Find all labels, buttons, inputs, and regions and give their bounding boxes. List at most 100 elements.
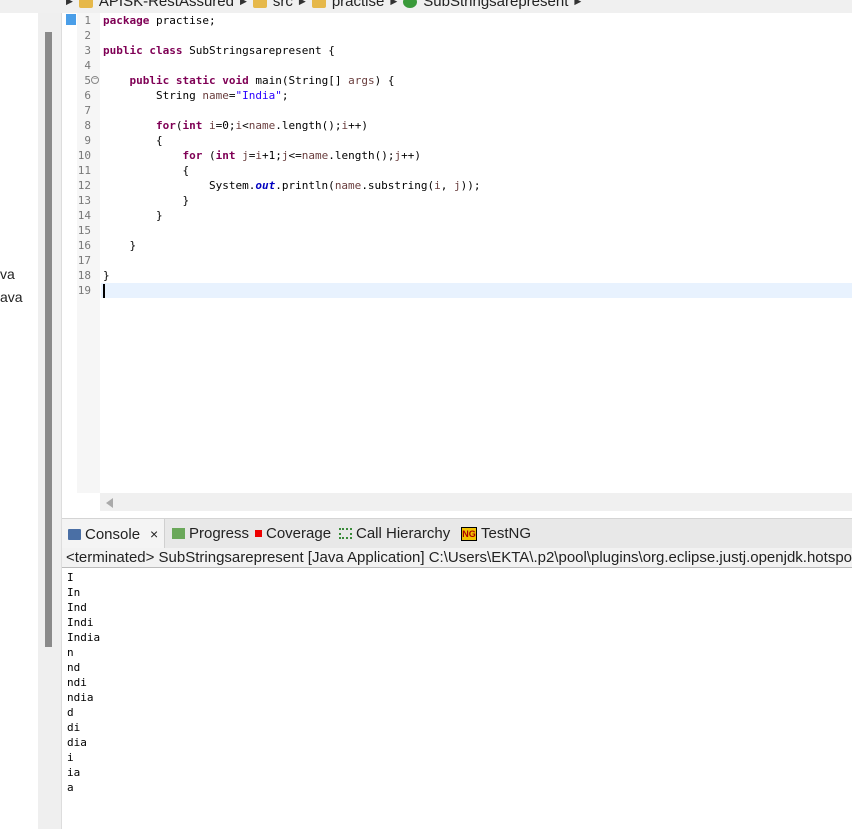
explorer-item[interactable]: ava bbox=[0, 289, 23, 305]
console-icon bbox=[68, 528, 81, 540]
chevron-right-icon: ▶ bbox=[239, 0, 247, 6]
tab-coverage[interactable]: Coverage bbox=[255, 525, 331, 542]
code-token: SubStringsarepresent { bbox=[182, 44, 335, 57]
line-number: 7 bbox=[84, 104, 91, 117]
code-token: static bbox=[175, 74, 216, 87]
chevron-right-icon: ▶ bbox=[298, 0, 306, 6]
code-editor[interactable]: 1 2 3 4 5 6 7 8 9 10 11 12 13 14 15 16 17 18 19 − package … bbox=[62, 13, 852, 493]
line-number: 6 bbox=[84, 89, 91, 102]
breadcrumb-class[interactable]: SubStringsarepresent bbox=[423, 0, 568, 10]
tab-call-hierarchy[interactable]: Call Hierarchy bbox=[339, 525, 450, 542]
console-tab-bar: Console × Progress Coverage Call Hierarc… bbox=[62, 518, 852, 549]
tab-label: Console bbox=[85, 525, 141, 543]
line-number: 17 bbox=[77, 254, 91, 267]
tab-console[interactable]: Console × bbox=[62, 519, 166, 549]
folder-icon bbox=[252, 0, 267, 8]
console-status: <terminated> SubStringsarepresent [Java … bbox=[62, 548, 852, 568]
code-line[interactable]: { bbox=[103, 133, 163, 148]
console-output-line: i bbox=[67, 751, 74, 764]
line-number: 3 bbox=[84, 44, 91, 57]
code-token: ++) bbox=[348, 119, 368, 132]
line-number: 4 bbox=[84, 59, 91, 72]
line-number: 15 bbox=[77, 224, 91, 237]
code-token: out bbox=[255, 179, 276, 192]
line-number: 12 bbox=[77, 179, 91, 192]
console-output-line: n bbox=[67, 646, 74, 659]
code-token: j bbox=[242, 149, 249, 162]
line-number: 8 bbox=[84, 119, 91, 132]
coverage-icon bbox=[255, 530, 262, 537]
code-token: i bbox=[208, 119, 216, 132]
code-line[interactable]: public static void main(String[] args) { bbox=[103, 73, 395, 88]
code-token: =0; bbox=[215, 119, 236, 132]
breadcrumb-project[interactable]: APISK-RestAssured bbox=[99, 0, 234, 10]
code-token: name bbox=[248, 119, 276, 132]
code-token: void bbox=[222, 74, 249, 87]
console-output-line: Indi bbox=[67, 616, 94, 629]
code-token: .length(); bbox=[275, 119, 342, 132]
code-token: String bbox=[103, 89, 203, 102]
console-output[interactable]: I In Ind Indi India n nd ndi ndia d di dia i ia a bbox=[62, 569, 852, 829]
line-number: 16 bbox=[77, 239, 91, 252]
code-token: .length(); bbox=[328, 149, 395, 162]
breadcrumb: ▶ APISK-RestAssured ▶ src ▶ practise ▶ S… bbox=[66, 0, 581, 10]
line-numbers: 1 2 3 4 5 6 7 8 9 10 11 12 13 14 15 16 17 18 19 bbox=[77, 13, 100, 493]
close-icon[interactable]: × bbox=[150, 526, 158, 542]
code-line[interactable]: } bbox=[103, 268, 110, 283]
code-line[interactable]: for(int i=0;i<name.length();i++) bbox=[103, 118, 368, 133]
line-number: 5 bbox=[84, 74, 91, 87]
breadcrumb-src[interactable]: src bbox=[273, 0, 293, 10]
code-token: int bbox=[182, 119, 203, 132]
console-output-line: I bbox=[67, 571, 74, 584]
code-line[interactable]: } bbox=[103, 238, 136, 253]
fold-collapse-icon[interactable]: − bbox=[91, 76, 99, 84]
code-token: System. bbox=[103, 179, 256, 192]
code-token: } bbox=[103, 239, 137, 252]
code-token: j bbox=[454, 179, 461, 192]
editor-horizontal-scrollbar[interactable] bbox=[100, 493, 852, 511]
line-number: 9 bbox=[84, 134, 91, 147]
code-line[interactable]: { bbox=[103, 163, 189, 178]
project-icon bbox=[78, 0, 93, 8]
tab-testng[interactable]: NG TestNG bbox=[461, 525, 531, 542]
tab-label: Coverage bbox=[266, 525, 332, 542]
code-line[interactable]: String name="India"; bbox=[103, 88, 288, 103]
code-token: } bbox=[103, 269, 110, 282]
explorer-item[interactable]: va bbox=[0, 266, 15, 282]
breadcrumb-package[interactable]: practise bbox=[332, 0, 385, 10]
tab-label: Call Hierarchy bbox=[356, 525, 451, 542]
code-line[interactable]: package practise; bbox=[103, 13, 216, 28]
code-line[interactable]: for (int j=i+1;j<=name.length();j++) bbox=[103, 148, 421, 163]
tab-progress[interactable]: Progress bbox=[172, 525, 249, 542]
code-line[interactable]: System.out.println(name.substring(i, j))… bbox=[103, 178, 481, 193]
scroll-left-icon[interactable] bbox=[106, 498, 113, 508]
package-icon bbox=[311, 0, 326, 8]
console-output-line: d bbox=[67, 706, 74, 719]
progress-icon bbox=[172, 528, 185, 539]
code-token: ++) bbox=[401, 149, 421, 162]
code-token: ( bbox=[202, 149, 216, 162]
code-line[interactable]: public class SubStringsarepresent { bbox=[103, 43, 335, 58]
code-token: "India" bbox=[235, 89, 282, 102]
code-token: <= bbox=[288, 149, 302, 162]
tab-label: Progress bbox=[189, 525, 250, 542]
code-token: package bbox=[103, 14, 150, 27]
line-number: 13 bbox=[77, 194, 91, 207]
line-number: 1 bbox=[84, 14, 91, 27]
code-line[interactable]: } bbox=[103, 208, 163, 223]
code-token: name bbox=[202, 89, 229, 102]
console-output-line: nd bbox=[67, 661, 81, 674]
code-token: .substring( bbox=[361, 179, 435, 192]
explorer-scrollbar[interactable] bbox=[45, 32, 52, 647]
code-line[interactable]: } bbox=[103, 193, 189, 208]
console-output-line: dia bbox=[67, 736, 87, 749]
code-token: args bbox=[348, 74, 375, 87]
code-token: practise; bbox=[149, 14, 216, 27]
call-hierarchy-icon bbox=[339, 528, 352, 539]
package-explorer: va ava bbox=[0, 0, 38, 829]
console-output-line: ndi bbox=[67, 676, 87, 689]
code-token: name bbox=[301, 149, 329, 162]
class-icon bbox=[403, 0, 418, 8]
